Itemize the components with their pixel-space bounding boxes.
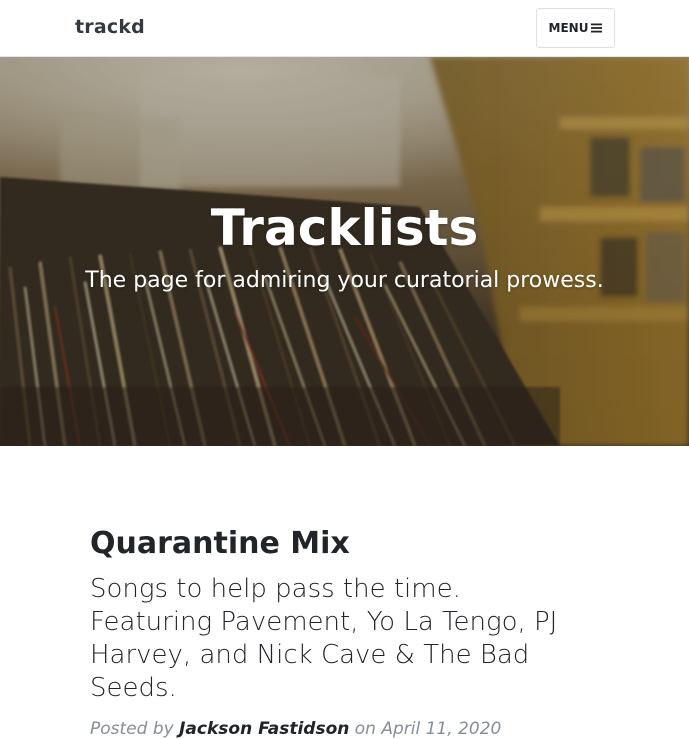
navbar: trackd MENU — [0, 0, 689, 57]
brand-link[interactable]: trackd — [75, 16, 145, 38]
page-title: Tracklists — [210, 199, 479, 257]
post-subtitle[interactable]: Songs to help pass the time. Featuring P… — [90, 573, 590, 705]
post-preview: Quarantine Mix Songs to help pass the ti… — [90, 524, 610, 739]
post-author-link[interactable]: Jackson Fastidson — [179, 719, 349, 739]
post-meta: Posted by Jackson Fastidson on April 11,… — [90, 719, 610, 739]
menu-button-label: MENU — [548, 21, 589, 35]
menu-toggle-button[interactable]: MENU — [536, 8, 615, 48]
page-subtitle: The page for admiring your curatorial pr… — [85, 268, 604, 293]
post-meta-prefix: Posted by — [90, 719, 174, 739]
hero-header: Tracklists The page for admiring your cu… — [0, 57, 689, 446]
post-title-link[interactable]: Quarantine Mix — [90, 524, 610, 564]
bars-icon — [591, 23, 603, 33]
post-date: on April 11, 2020 — [354, 719, 502, 739]
